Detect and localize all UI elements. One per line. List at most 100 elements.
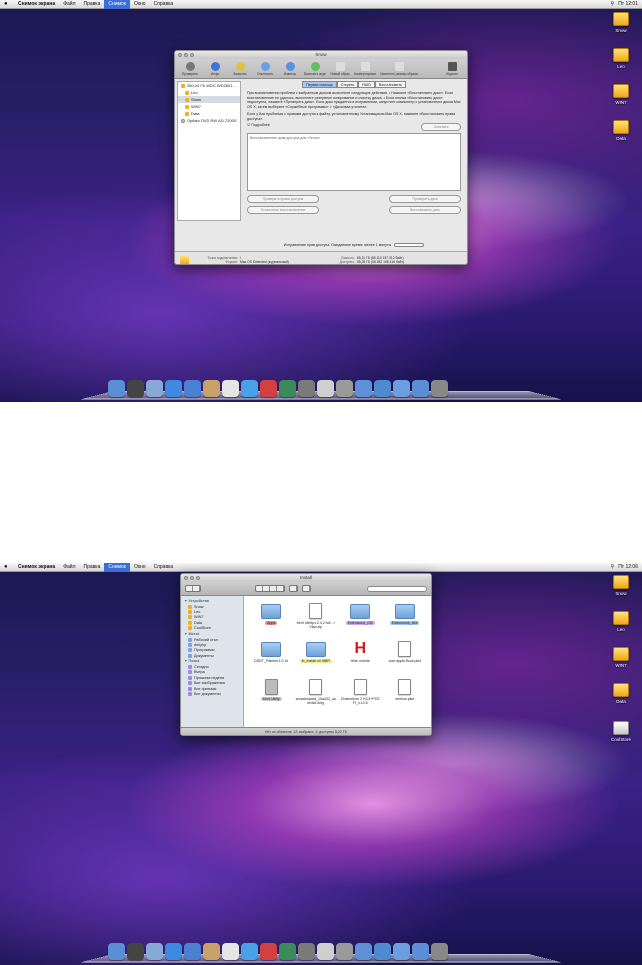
- dock-app-icon[interactable]: [222, 380, 239, 397]
- desktop-drive-coolstore[interactable]: CoolStore: [606, 721, 636, 742]
- menu-edit[interactable]: Правка: [79, 0, 104, 9]
- apple-menu-icon[interactable]: ●: [4, 564, 10, 570]
- view-mode-buttons[interactable]: [255, 585, 285, 592]
- tab-erase[interactable]: Стереть: [336, 81, 359, 88]
- close-window-icon[interactable]: [184, 576, 188, 580]
- coverflow-view-icon[interactable]: [277, 586, 284, 591]
- toolbar-log-button[interactable]: Журнал: [441, 62, 463, 76]
- dock-app-icon[interactable]: [165, 943, 182, 960]
- dock-app-icon[interactable]: [336, 380, 353, 397]
- disk-list-item[interactable]: Snow: [178, 96, 240, 103]
- dock-app-icon[interactable]: [431, 380, 448, 397]
- stop-repair-button[interactable]: Остановить восстановление: [247, 206, 319, 214]
- clear-history-button[interactable]: Очистить: [421, 123, 461, 131]
- dock-app-icon[interactable]: [203, 943, 220, 960]
- toolbar-resize-button[interactable]: Изменить размер образа: [379, 62, 419, 76]
- disk-list-item[interactable]: Data: [178, 110, 240, 117]
- minimize-window-icon[interactable]: [190, 576, 194, 580]
- file-item[interactable]: Extensions_x64: [383, 602, 428, 640]
- toolbar-eject-button[interactable]: Извлечь: [279, 62, 301, 76]
- dock-app-icon[interactable]: [127, 380, 144, 397]
- menu-clock[interactable]: Пт 12:06: [618, 563, 638, 572]
- dock-app-icon[interactable]: [222, 943, 239, 960]
- menu-capture[interactable]: Снимок: [104, 563, 130, 572]
- dock-app-icon[interactable]: [355, 380, 372, 397]
- dock-app-icon[interactable]: [298, 380, 315, 397]
- toolbar-info-button[interactable]: Инфо: [204, 62, 226, 76]
- menu-file[interactable]: Файл: [59, 563, 79, 572]
- desktop-drive-leo[interactable]: Leo: [606, 48, 636, 69]
- file-item[interactable]: H Hide unhide: [338, 640, 383, 678]
- file-item[interactable]: Ib_Install on MBR: [294, 640, 339, 678]
- file-item[interactable]: snowleopard_10a432_userdvd.dmg: [294, 678, 339, 716]
- file-item[interactable]: com.apple.Boot.plist: [383, 640, 428, 678]
- dock-app-icon[interactable]: [431, 943, 448, 960]
- dock-app-icon[interactable]: [317, 943, 334, 960]
- show-details-checkbox[interactable]: ☑ Подробнее: [247, 123, 270, 131]
- desktop-drive-win7[interactable]: WIN7: [606, 84, 636, 105]
- dock-app-icon[interactable]: [241, 380, 258, 397]
- desktop-drive-snow[interactable]: Snow: [606, 12, 636, 33]
- dock-app-icon[interactable]: [393, 380, 410, 397]
- tab-raid[interactable]: RAID: [358, 81, 375, 88]
- dock-app-icon[interactable]: [184, 380, 201, 397]
- eye-icon[interactable]: [290, 586, 297, 591]
- icon-view-icon[interactable]: [256, 586, 263, 591]
- close-window-icon[interactable]: [178, 53, 182, 57]
- file-item[interactable]: smbios.plist: [383, 678, 428, 716]
- menu-edit[interactable]: Правка: [79, 563, 104, 572]
- disk-list-item[interactable]: 260,04 ГБ WDC WD2601...: [178, 82, 240, 89]
- toolbar-burn-button[interactable]: Записать: [229, 62, 251, 76]
- quick-look-button[interactable]: [289, 585, 298, 592]
- repair-disk-button[interactable]: Восстановить диск: [389, 206, 461, 214]
- dock-app-icon[interactable]: [317, 380, 334, 397]
- dock-app-icon[interactable]: [412, 380, 429, 397]
- back-icon[interactable]: [186, 586, 193, 591]
- toolbar-journal-button[interactable]: Включить журнал: [304, 62, 326, 76]
- dock-app-icon[interactable]: [184, 943, 201, 960]
- dock-app-icon[interactable]: [393, 943, 410, 960]
- dock-app-icon[interactable]: [374, 943, 391, 960]
- desktop-drive-win7[interactable]: WIN7: [606, 647, 636, 668]
- file-item[interactable]: Apps: [249, 602, 294, 640]
- forward-icon[interactable]: [193, 586, 200, 591]
- menu-window[interactable]: Окно: [130, 563, 150, 572]
- toolbar-verify-button[interactable]: Проверить: [179, 62, 201, 76]
- back-forward-buttons[interactable]: [185, 585, 201, 592]
- menu-app[interactable]: Снимок экрана: [14, 563, 59, 572]
- dock-app-icon[interactable]: [241, 943, 258, 960]
- zoom-window-icon[interactable]: [190, 53, 194, 57]
- dock-app-icon[interactable]: [279, 380, 296, 397]
- dock-app-icon[interactable]: [146, 380, 163, 397]
- disk-list-item[interactable]: Leo: [178, 89, 240, 96]
- dock-app-icon[interactable]: [260, 380, 277, 397]
- dock-app-icon[interactable]: [203, 380, 220, 397]
- desktop-drive-leo[interactable]: Leo: [606, 611, 636, 632]
- file-item[interactable]: Kext Utility: [249, 678, 294, 716]
- menu-window[interactable]: Окно: [130, 0, 150, 9]
- spotlight-icon[interactable]: ⚲: [611, 563, 615, 572]
- dock-app-icon[interactable]: [279, 943, 296, 960]
- toolbar-convert-button[interactable]: Конвертировать: [354, 62, 376, 76]
- zoom-window-icon[interactable]: [196, 576, 200, 580]
- toolbar-new-image-button[interactable]: Новый образ: [329, 62, 351, 76]
- menu-capture[interactable]: Снимок: [104, 0, 130, 9]
- dock-app-icon[interactable]: [165, 380, 182, 397]
- dock-app-icon[interactable]: [374, 380, 391, 397]
- verify-permissions-button[interactable]: Проверить права доступа: [247, 195, 319, 203]
- dock-app-icon[interactable]: [298, 943, 315, 960]
- menu-app[interactable]: Снимок экрана: [14, 0, 59, 9]
- disk-list-item[interactable]: Optiarc DVD RW AD-7200S: [178, 117, 240, 124]
- list-view-icon[interactable]: [263, 586, 270, 591]
- column-view-icon[interactable]: [270, 586, 277, 591]
- apple-menu-icon[interactable]: ●: [4, 1, 10, 7]
- dock-app-icon[interactable]: [260, 943, 277, 960]
- menu-file[interactable]: Файл: [59, 0, 79, 9]
- verify-disk-button[interactable]: Проверить диск: [389, 195, 461, 203]
- dock-app-icon[interactable]: [412, 943, 429, 960]
- file-item[interactable]: DSDT_Patcher1.0.1e: [249, 640, 294, 678]
- gear-icon[interactable]: [303, 586, 310, 591]
- dock-app-icon[interactable]: [146, 943, 163, 960]
- dock-app-icon[interactable]: [355, 943, 372, 960]
- desktop-drive-data[interactable]: Data: [606, 683, 636, 704]
